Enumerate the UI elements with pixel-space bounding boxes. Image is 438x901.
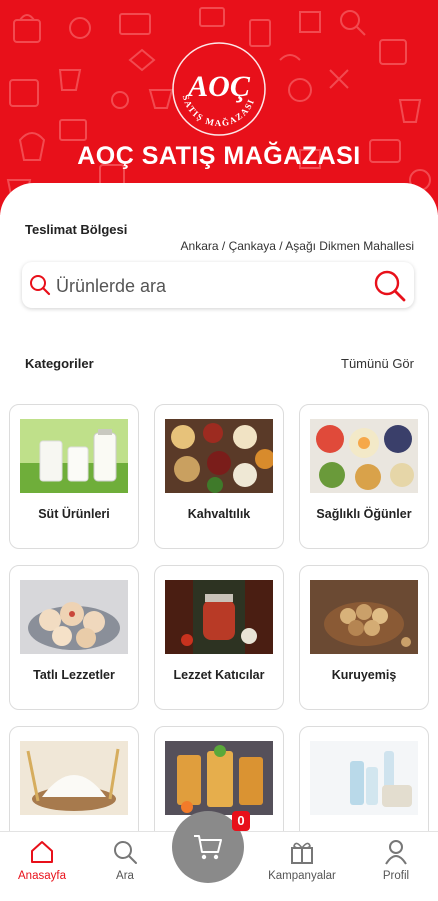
nav-home-label: Anasayfa [18, 870, 66, 882]
nav-profile-label: Profil [382, 870, 410, 882]
nav-home[interactable]: Anasayfa [2, 838, 82, 882]
gift-icon [291, 842, 313, 864]
category-tile-sweets[interactable]: Tatlı Lezzetler [9, 565, 139, 710]
brand-title: AOÇ SATIŞ MAĞAZASI [77, 142, 361, 170]
category-tile-condiments[interactable]: Lezzet Katıcılar [154, 565, 284, 710]
nuts-photo [310, 580, 418, 654]
drinks-photo [165, 741, 273, 815]
aoc-logo: AOÇ SATIŞ MAĞAZASI [172, 42, 266, 136]
healthy-photo [310, 419, 418, 493]
home-icon [31, 841, 53, 863]
nav-profile[interactable]: Profil [356, 838, 436, 882]
category-label: Tatlı Lezzetler [33, 668, 115, 682]
cleaning-photo [310, 741, 418, 815]
nav-search[interactable]: Ara [85, 838, 165, 882]
category-label: Kuruyemiş [331, 668, 397, 682]
search-bar[interactable]: Ürünlerde ara [22, 262, 414, 308]
search-button-icon[interactable] [372, 268, 408, 304]
category-label: Sağlıklı Öğünler [316, 507, 412, 521]
breakfast-photo [165, 419, 273, 493]
svg-text:AOÇ: AOÇ [186, 70, 251, 103]
category-label: Kahvaltılık [187, 507, 251, 521]
category-label: Süt Ürünleri [38, 507, 110, 521]
nav-campaigns-label: Kampanyalar [268, 870, 336, 882]
nav-campaigns[interactable]: Kampanyalar [262, 838, 342, 882]
delivery-region-title: Teslimat Bölgesi [25, 222, 128, 237]
category-tile-dairy[interactable]: Süt Ürünleri [9, 404, 139, 549]
search-input[interactable]: Ürünlerde ara [56, 276, 166, 297]
categories-title: Kategoriler [25, 356, 94, 371]
category-label: Lezzet Katıcılar [173, 668, 265, 682]
nav-search-label: Ara [116, 870, 134, 882]
delivery-region-path[interactable]: Ankara / Çankaya / Aşağı Dikmen Mahalles… [181, 239, 414, 253]
user-icon [385, 840, 407, 865]
flour-photo [20, 741, 128, 815]
category-tile-nuts[interactable]: Kuruyemiş [299, 565, 429, 710]
category-tile-breakfast[interactable]: Kahvaltılık [154, 404, 284, 549]
search-icon [114, 841, 137, 864]
see-all-link[interactable]: Tümünü Gör [341, 356, 414, 371]
cart-count-badge: 0 [232, 811, 250, 831]
sauce-photo [165, 580, 273, 654]
category-tile-healthy[interactable]: Sağlıklı Öğünler [299, 404, 429, 549]
milk-photo [20, 419, 128, 493]
shopping-cart-icon [194, 835, 222, 860]
cookies-photo [20, 580, 128, 654]
search-icon [30, 275, 51, 296]
